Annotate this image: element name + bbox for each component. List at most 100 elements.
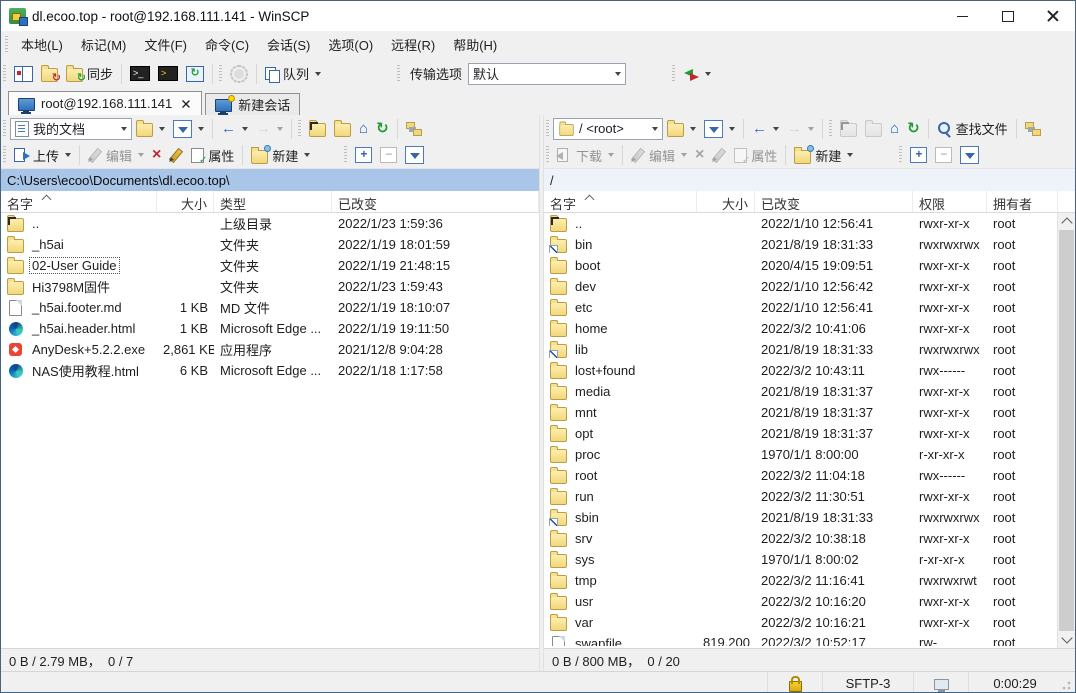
file-row[interactable]: NAS使用教程.html6 KBMicrosoft Edge ...2022/1… <box>1 360 539 381</box>
download-button[interactable]: 下载 <box>553 143 618 168</box>
file-row[interactable]: sbin2021/8/19 18:31:33rwxrwxrwxroot <box>544 507 1058 528</box>
commander-layout-button[interactable] <box>10 63 37 85</box>
file-row[interactable]: _h5ai.header.html1 KBMicrosoft Edge ...2… <box>1 318 539 339</box>
statusbar-connection-cell[interactable] <box>913 672 968 693</box>
file-row[interactable]: 02-User Guide文件夹2022/1/19 21:48:15 <box>1 255 539 276</box>
remote-edit-button[interactable]: 编辑 <box>627 143 691 168</box>
file-row[interactable]: usr2022/3/2 10:16:20rwxr-xr-xroot <box>544 591 1058 612</box>
file-row[interactable]: tmp2022/3/2 11:16:41rwxrwxrwtroot <box>544 570 1058 591</box>
remote-parent-directory-button[interactable] <box>836 117 861 140</box>
local-select-button[interactable]: + <box>351 144 376 166</box>
scroll-up-icon[interactable] <box>1058 213 1075 230</box>
file-row[interactable]: ..2022/1/10 12:56:41rwxr-xr-xroot <box>544 213 1058 234</box>
column-header-changed[interactable]: 已改变 <box>755 191 913 212</box>
menu-item-6[interactable]: 远程(R) <box>382 31 444 58</box>
column-header-owner[interactable]: 拥有者 <box>987 191 1058 212</box>
remote-rename-button[interactable] <box>708 145 730 166</box>
preferences-button[interactable] <box>226 62 252 86</box>
remote-delete-button[interactable]: × <box>691 145 708 165</box>
remote-open-directory-button[interactable] <box>663 117 700 140</box>
file-row[interactable]: Hi3798M固件文件夹2022/1/23 1:59:43 <box>1 276 539 297</box>
local-edit-button[interactable]: 编辑 <box>84 143 148 168</box>
maximize-button[interactable] <box>985 1 1030 31</box>
column-header-size[interactable]: 大小 <box>697 191 755 212</box>
file-row[interactable]: dev2022/1/10 12:56:42rwxr-xr-xroot <box>544 276 1058 297</box>
menu-item-7[interactable]: 帮助(H) <box>444 31 506 58</box>
file-row[interactable]: bin2021/8/19 18:31:33rwxrwxrwxroot <box>544 234 1058 255</box>
menu-item-3[interactable]: 命令(C) <box>196 31 258 58</box>
column-header-name[interactable]: 名字 <box>1 191 157 212</box>
transfer-mode-button[interactable] <box>679 64 715 84</box>
column-header-name[interactable]: 名字 <box>544 191 697 212</box>
local-properties-button[interactable]: 属性 <box>187 143 238 168</box>
synchronize-button[interactable]: 同步 <box>62 61 117 86</box>
local-selection-filter-button[interactable] <box>401 143 428 167</box>
local-unselect-button[interactable]: − <box>376 144 401 166</box>
open-terminal-button[interactable]: >_ <box>126 63 154 84</box>
file-row[interactable]: root2022/3/2 11:04:18rwx------root <box>544 465 1058 486</box>
menu-item-0[interactable]: 本地(L) <box>12 31 72 58</box>
file-row[interactable]: boot2020/4/15 19:09:51rwxr-xr-xroot <box>544 255 1058 276</box>
file-row[interactable]: AnyDesk+5.2.2.exe2,861 KB应用程序2021/12/8 9… <box>1 339 539 360</box>
file-row[interactable]: srv2022/3/2 10:38:18rwxr-xr-xroot <box>544 528 1058 549</box>
column-header-size[interactable]: 大小 <box>157 191 214 212</box>
local-drive-combo[interactable]: 我的文档 <box>10 118 132 140</box>
resize-grip[interactable] <box>1061 672 1075 693</box>
file-row[interactable]: swapfile819,2002022/3/2 10:52:17rw-root <box>544 633 1058 646</box>
column-header-rights[interactable]: 权限 <box>913 191 987 212</box>
menu-item-2[interactable]: 文件(F) <box>135 31 196 58</box>
remote-home-button[interactable]: ⌂ <box>886 118 903 139</box>
column-header-changed[interactable]: 已改变 <box>332 191 539 212</box>
file-row[interactable]: lost+found2022/3/2 10:43:11rwx------root <box>544 360 1058 381</box>
file-row[interactable]: media2021/8/19 18:31:37rwxr-xr-xroot <box>544 381 1058 402</box>
local-new-button[interactable]: 新建 <box>247 143 314 168</box>
tab-close-icon[interactable] <box>182 99 190 107</box>
file-row[interactable]: proc1970/1/1 8:00:00r-xr-xr-xroot <box>544 444 1058 465</box>
close-button[interactable] <box>1030 1 1075 31</box>
remote-path-bar[interactable]: / <box>544 168 1075 191</box>
file-row[interactable]: _h5ai文件夹2022/1/19 18:01:59 <box>1 234 539 255</box>
synchronize-browsing-button[interactable] <box>37 62 62 85</box>
file-row[interactable]: mnt2021/8/19 18:31:37rwxr-xr-xroot <box>544 402 1058 423</box>
remote-back-button[interactable]: ← <box>748 119 783 139</box>
transfer-preset-combo[interactable]: 默认 <box>468 63 626 85</box>
minimize-button[interactable] <box>940 1 985 31</box>
file-row[interactable]: _h5ai.footer.md1 KBMD 文件2022/1/19 18:10:… <box>1 297 539 318</box>
menu-item-4[interactable]: 会话(S) <box>258 31 319 58</box>
file-row[interactable]: sys1970/1/1 8:00:02r-xr-xr-xroot <box>544 549 1058 570</box>
queue-button[interactable]: 队列 <box>261 61 325 86</box>
local-home-button[interactable]: ⌂ <box>355 118 372 139</box>
open-putty-button[interactable]: > <box>154 63 182 84</box>
find-files-button[interactable]: 查找文件 <box>933 116 1012 141</box>
file-row[interactable]: opt2021/8/19 18:31:37rwxr-xr-xroot <box>544 423 1058 444</box>
menu-item-5[interactable]: 选项(O) <box>319 31 382 58</box>
vertical-scrollbar[interactable] <box>1057 213 1075 648</box>
remote-refresh-button[interactable]: ↻ <box>903 118 924 139</box>
local-rename-button[interactable] <box>165 145 187 166</box>
local-parent-directory-button[interactable] <box>305 117 330 140</box>
local-back-button[interactable]: ← <box>217 119 252 139</box>
remote-unselect-button[interactable]: − <box>931 144 956 166</box>
file-row[interactable]: home2022/3/2 10:41:06rwxr-xr-xroot <box>544 318 1058 339</box>
statusbar-encryption-cell[interactable] <box>767 672 822 693</box>
file-row[interactable]: run2022/3/2 11:30:51rwxr-xr-xroot <box>544 486 1058 507</box>
local-root-directory-button[interactable] <box>330 117 355 140</box>
remote-selection-filter-button[interactable] <box>956 143 983 167</box>
menu-item-1[interactable]: 标记(M) <box>72 31 136 58</box>
remote-drive-combo[interactable]: / <root> <box>553 118 663 140</box>
column-header-type[interactable]: 类型 <box>214 191 332 212</box>
remote-new-button[interactable]: 新建 <box>790 143 857 168</box>
remote-filter-button[interactable] <box>700 117 739 141</box>
refresh-session-button[interactable]: ↻ <box>182 63 208 85</box>
file-row[interactable]: var2022/3/2 10:16:21rwxr-xr-xroot <box>544 612 1058 633</box>
local-open-directory-button[interactable] <box>132 117 169 140</box>
local-tree-button[interactable] <box>402 119 426 139</box>
file-row[interactable]: etc2022/1/10 12:56:41rwxr-xr-xroot <box>544 297 1058 318</box>
local-delete-button[interactable]: × <box>148 145 165 165</box>
tab-new-session[interactable]: 新建会话 <box>205 93 300 115</box>
remote-root-directory-button[interactable] <box>861 117 886 140</box>
upload-button[interactable]: 上传 <box>10 143 75 168</box>
local-forward-button[interactable]: → <box>252 119 287 139</box>
scrollbar-thumb[interactable] <box>1059 230 1074 631</box>
local-path-bar[interactable]: C:\Users\ecoo\Documents\dl.ecoo.top\ <box>1 168 539 191</box>
